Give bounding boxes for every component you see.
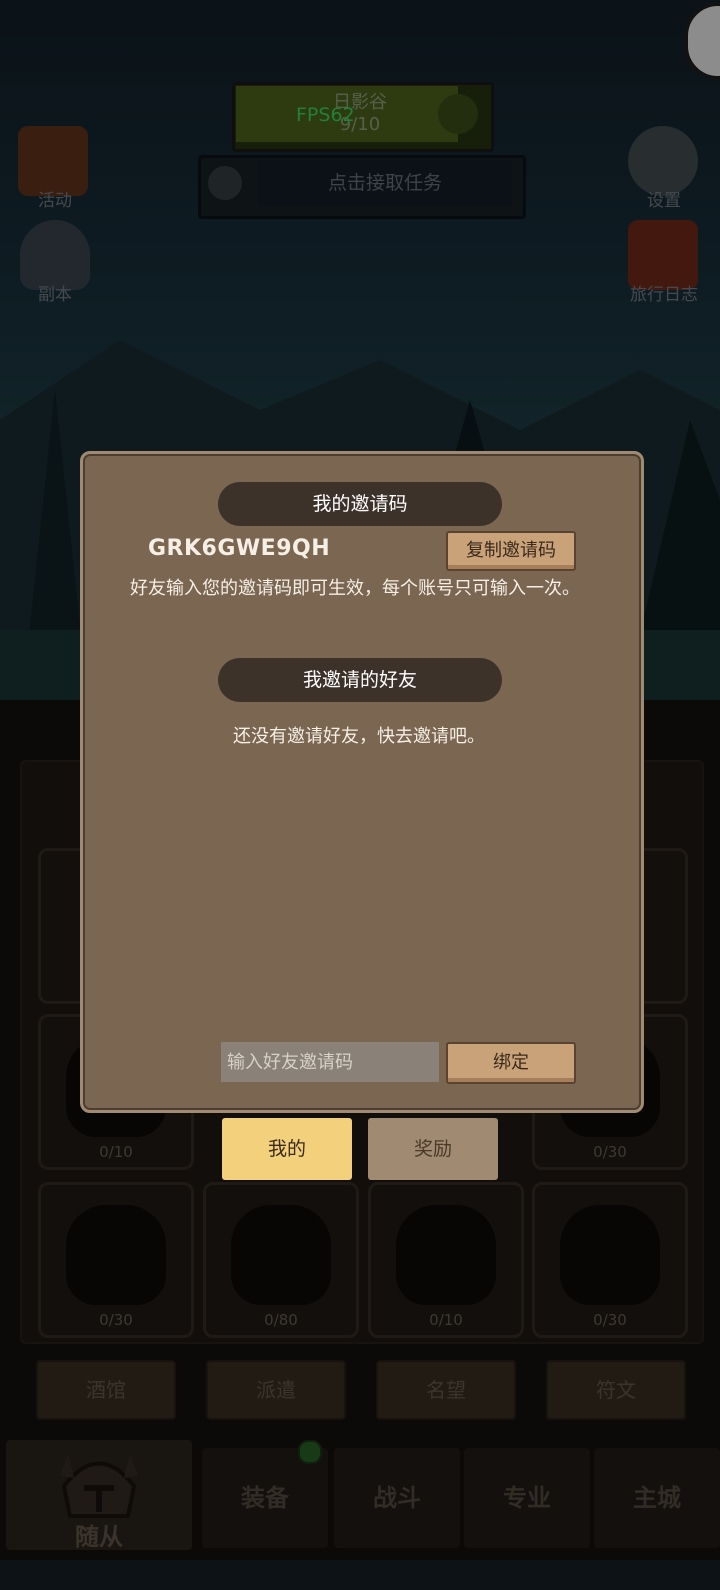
tab-mine[interactable]: 我的: [222, 1118, 352, 1180]
invite-description: 好友输入您的邀请码即可生效，每个账号只可输入一次。: [130, 578, 580, 599]
bind-button[interactable]: 绑定: [446, 1042, 576, 1084]
friend-invite-code-input[interactable]: [221, 1042, 439, 1082]
my-invite-code-header: 我的邀请码: [218, 482, 502, 526]
tab-rewards[interactable]: 奖励: [368, 1118, 498, 1180]
empty-friends-message: 还没有邀请好友，快去邀请吧。: [233, 726, 485, 747]
invite-code: GRK6GWE9QH: [148, 536, 331, 561]
copy-invite-code-button[interactable]: 复制邀请码: [446, 531, 576, 571]
invited-friends-header: 我邀请的好友: [218, 658, 502, 702]
